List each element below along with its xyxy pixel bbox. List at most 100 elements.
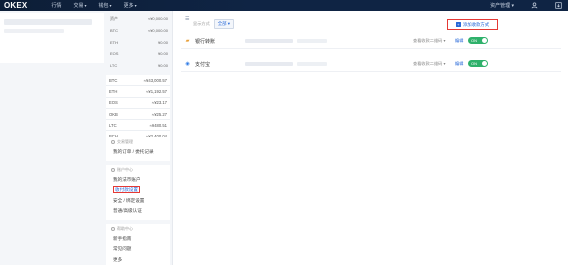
account-holder-redacted [297,62,327,66]
coin-row: LTC ≈¥480.51 [106,120,170,132]
sidebar-item-guide[interactable]: 新手指南 [106,234,170,245]
sidebar-item-security[interactable]: 安全 / 绑定设置 [106,196,170,207]
account-icon [111,167,115,172]
balance-row: LTC ¥0.00 [108,60,170,72]
display-filter: 显示方式 全部 ▾ [193,19,234,29]
bank-card-icon: ▰ [185,38,190,44]
filter-label: 显示方式 [193,21,210,26]
coin-label: LTC [109,122,117,128]
sidebar-item-more[interactable]: 更多 [106,255,170,266]
coin-row: BTC ≈¥43,000.57 [106,75,170,87]
payment-method-row-bank: ▰ 银行转账 查看收款二维码 ▾ 编辑 ON [181,36,561,49]
view-qr-label: 查看收款二维码 [413,61,443,66]
coin-label: OKB [109,111,118,117]
user-icon[interactable] [530,2,538,10]
balance-value: ¥0.00 [157,63,168,69]
balance-list: 资产 ≈¥0,000.00 BTC ≈¥0,000.00 ETH ¥0.00 EOS ¥… [108,13,170,71]
nav-more[interactable]: 更多▾ [124,2,137,9]
coin-value: ≈¥25.27 [151,111,167,117]
balance-label: EOS [110,51,119,57]
sidebar-item-my-orders[interactable]: 我的订单 / 委托记录 [106,147,170,158]
list-menu-icon[interactable]: ☰ [185,16,189,22]
view-qr-link[interactable]: 查看收款二维码 ▾ [413,61,446,67]
enable-toggle[interactable]: ON [468,60,488,67]
top-navigation-bar: OKEX 行情 交易▾ 钱包▾ 更多▾ 资产管理 ▾ [0,0,568,11]
edit-link[interactable]: 编辑 [455,61,463,67]
coin-valuation-list: BTC ≈¥43,000.57 ETH ≈¥1,192.57 EOS ≈¥23.17 … [106,75,170,143]
topbar-right: 资产管理 ▾ [490,0,562,11]
balance-label: ETH [110,39,118,45]
balance-row: BTC ≈¥0,000.00 [108,25,170,37]
edit-link[interactable]: 编辑 [455,38,463,44]
menu-group-title: 帮助中心 [117,225,133,231]
coin-value: ≈¥23.17 [151,100,167,106]
chevron-down-icon: ▾ [84,3,87,8]
account-sub-redacted [4,29,64,33]
left-sidebar: 资产 ≈¥0,000.00 BTC ≈¥0,000.00 ETH ¥0.00 EOS ¥… [0,11,173,268]
chevron-down-icon: ▾ [109,3,112,8]
balance-value: ≈¥0,000.00 [148,16,168,22]
menu-group-header: 帮助中心 [106,224,170,234]
toggle-label: ON [471,61,477,66]
asset-menu-label: 资产管理 [490,3,511,9]
coin-row: ETH ≈¥1,192.57 [106,86,170,98]
toggle-knob [482,61,487,66]
main-content: ☰ 显示方式 全部 ▾ + 添加收款方式 ▰ 银行转账 查看收款二维码 ▾ 编辑… [177,11,568,265]
sidebar-item-faq[interactable]: 常见问题 [106,244,170,255]
sidebar-item-label: 收付款设置 [113,186,140,193]
account-card [0,13,104,63]
payment-method-name: 银行转账 [195,39,216,45]
sidebar-item-verification[interactable]: 普通/高级认证 [106,206,170,217]
nav-market-label: 行情 [51,3,62,9]
okex-logo[interactable]: OKEX [4,1,27,10]
view-qr-link[interactable]: 查看收款二维码 ▾ [413,38,446,44]
download-icon[interactable] [554,2,562,10]
orders-icon [111,140,115,144]
sidebar-item-payment-settings[interactable]: 收付款设置 [106,185,170,196]
help-icon [111,226,115,231]
coin-row: OKB ≈¥25.27 [106,108,170,121]
coin-label: ETH [109,88,118,94]
filter-value: 全部 [217,21,227,26]
balance-label: 资产 [110,15,118,21]
balance-row: ETH ¥0.00 [108,36,170,48]
sidebar-item-fiat-account[interactable]: 我的法币账户 [106,175,170,186]
payment-method-name: 支付宝 [195,62,211,68]
menu-group-header: 交易管理 [106,137,170,147]
balance-value: ¥0.00 [157,51,168,57]
coin-value: ≈¥1,192.57 [146,88,167,94]
balance-label: BTC [110,28,118,34]
enable-toggle[interactable]: ON [468,37,488,44]
asset-management-menu[interactable]: 资产管理 ▾ [490,2,514,9]
plus-icon: + [455,22,461,27]
nav-market[interactable]: 行情 [51,2,61,9]
nav-wallet[interactable]: 钱包▾ [99,2,112,9]
filter-select[interactable]: 全部 ▾ [213,19,234,29]
balance-value: ¥0.00 [157,39,168,45]
menu-group-help: 帮助中心 新手指南 常见问题 更多 [106,223,170,268]
menu-group-orders: 交易管理 我的订单 / 委托记录 [106,137,170,161]
toggle-knob [482,38,487,43]
balance-value: ≈¥0,000.00 [148,28,168,34]
account-name-redacted [4,19,92,25]
account-number-redacted [245,39,293,43]
add-payment-method-button[interactable]: + 添加收款方式 [447,19,498,30]
alipay-icon: ◉ [185,61,190,67]
add-button-label: 添加收款方式 [462,21,490,27]
coin-label: EOS [109,100,118,106]
coin-label: BTC [109,77,118,83]
nav-more-label: 更多 [123,3,134,9]
balance-label: LTC [110,63,118,69]
payment-method-row-alipay: ◉ 支付宝 查看收款二维码 ▾ 编辑 ON [181,59,561,72]
nav-wallet-label: 钱包 [98,3,109,9]
sidebar-menu: 交易管理 我的订单 / 委托记录 账户中心 我的法币账户 收付款设置 安全 / … [106,137,170,272]
view-qr-label: 查看收款二维码 [413,38,443,43]
nav-trade[interactable]: 交易▾ [74,2,87,9]
toggle-label: ON [471,38,477,43]
balance-row: 资产 ≈¥0,000.00 [108,13,170,25]
nav-trade-label: 交易 [73,3,84,9]
menu-group-title: 交易管理 [117,139,133,144]
menu-group-header: 账户中心 [106,165,170,175]
coin-value: ≈¥480.51 [149,122,167,128]
coin-value: ≈¥43,000.57 [143,77,167,83]
